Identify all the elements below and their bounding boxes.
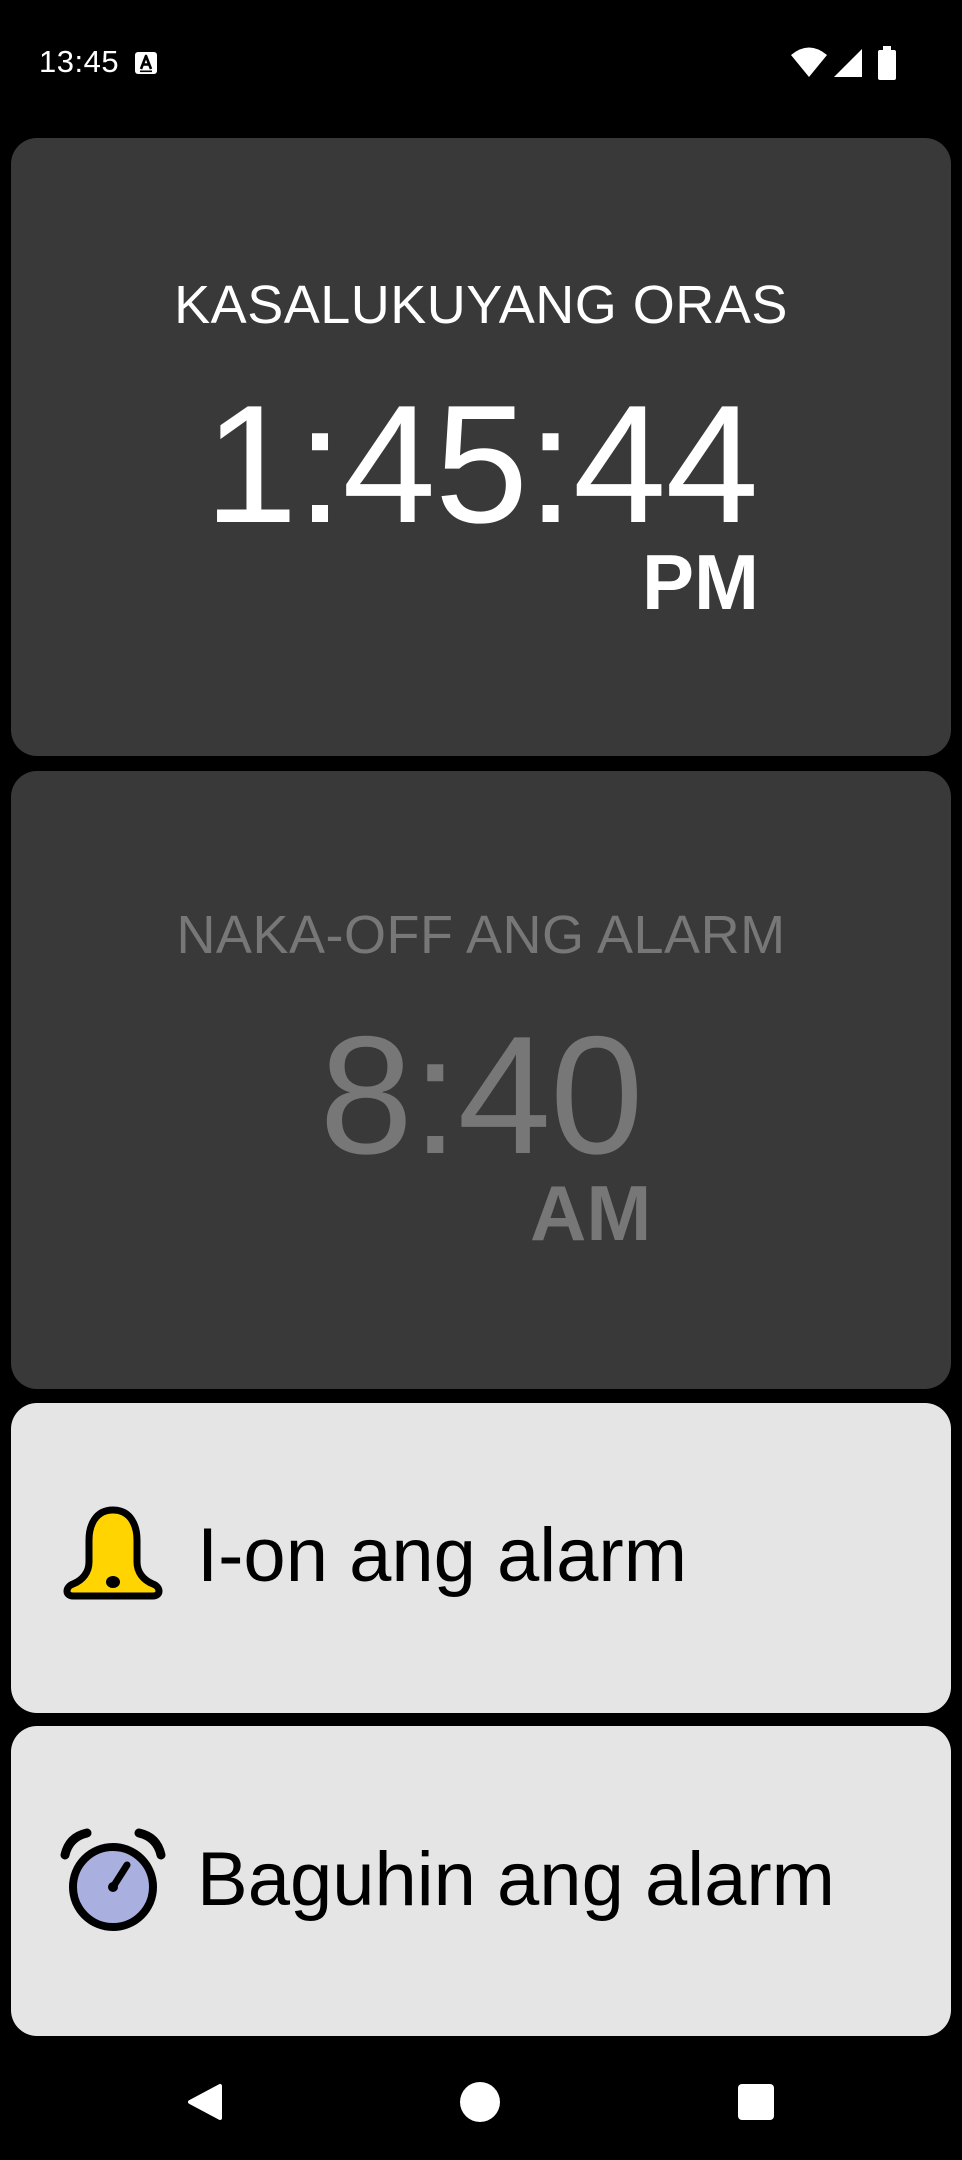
change-alarm-label: Baguhin ang alarm — [197, 1837, 835, 1922]
current-time-card: KASALUKUYANG ORAS 1:45:44 PM — [11, 138, 951, 756]
nav-recents-button[interactable] — [696, 2040, 816, 2160]
change-alarm-button[interactable]: Baguhin ang alarm — [11, 1726, 951, 2036]
cellular-signal-icon — [834, 49, 862, 77]
recents-icon — [738, 2084, 774, 2120]
navigation-bar — [0, 2040, 962, 2160]
enable-alarm-label: I-on ang alarm — [197, 1513, 688, 1598]
keyboard-a-icon — [135, 52, 157, 74]
back-icon — [188, 2084, 222, 2120]
current-time-value: 1:45:44 — [204, 370, 759, 558]
status-time: 13:45 — [39, 44, 120, 79]
bell-icon — [63, 1506, 163, 1600]
status-bar: 13:45 — [0, 0, 962, 128]
alarm-clock-icon — [60, 1828, 166, 1931]
alarm-status-label: NAKA-OFF ANG ALARM — [176, 905, 786, 965]
wifi-icon — [791, 47, 827, 77]
battery-icon — [878, 46, 896, 80]
nav-home-button[interactable] — [420, 2040, 540, 2160]
current-time-ampm: PM — [642, 538, 759, 626]
enable-alarm-button[interactable]: I-on ang alarm — [11, 1403, 951, 1713]
alarm-status-card: NAKA-OFF ANG ALARM 8:40 AM — [11, 771, 951, 1389]
nav-back-button[interactable] — [144, 2040, 264, 2160]
current-time-label: KASALUKUYANG ORAS — [174, 275, 788, 335]
alarm-time-ampm: AM — [530, 1169, 652, 1257]
alarm-time-value: 8:40 — [319, 1001, 644, 1189]
home-icon — [460, 2082, 500, 2122]
